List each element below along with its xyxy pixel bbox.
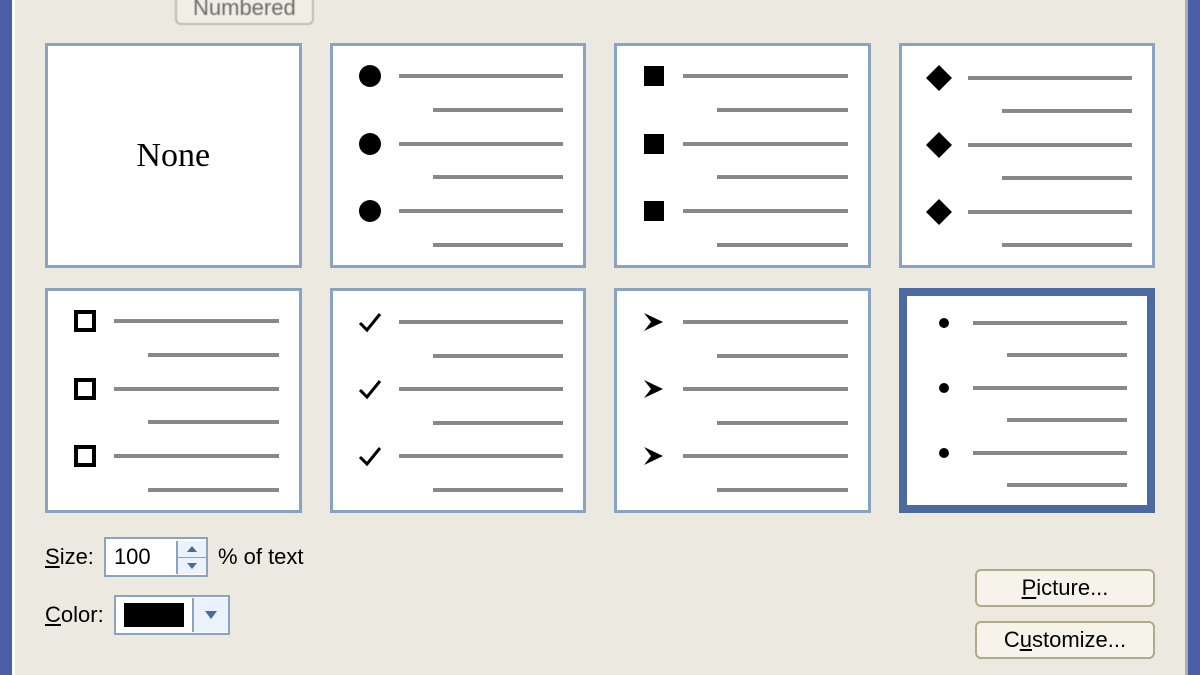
size-spinner[interactable] <box>104 537 208 577</box>
customize-button[interactable]: Customize... <box>975 621 1155 659</box>
tab-strip: Numbered <box>45 0 1155 9</box>
preview <box>927 314 1128 487</box>
check-icon <box>353 376 387 402</box>
diamond-icon <box>922 131 956 159</box>
square-icon <box>637 199 671 223</box>
color-swatch <box>124 603 184 627</box>
color-label: Color: <box>45 602 104 628</box>
bullet-tile-check[interactable] <box>330 288 587 513</box>
tab-numbered[interactable]: Numbered <box>175 0 314 25</box>
preview <box>637 309 848 492</box>
disc-icon <box>353 199 387 223</box>
none-label: None <box>48 46 299 265</box>
chevron-down-icon <box>205 611 217 619</box>
size-suffix: % of text <box>218 544 304 570</box>
square-icon <box>637 64 671 88</box>
bullet-style-grid: None <box>45 43 1155 513</box>
square-icon <box>637 132 671 156</box>
arrow-icon <box>637 443 671 469</box>
spinner-buttons[interactable] <box>176 541 206 574</box>
color-picker[interactable] <box>114 595 230 635</box>
disc-icon <box>353 64 387 88</box>
check-icon <box>353 443 387 469</box>
right-buttons: Picture... Customize... <box>975 569 1155 659</box>
bullet-tile-square[interactable] <box>614 43 871 268</box>
hollow-square-icon <box>68 444 102 468</box>
preview <box>922 64 1133 247</box>
bullet-tile-none[interactable]: None <box>45 43 302 268</box>
picture-button[interactable]: Picture... <box>975 569 1155 607</box>
small-dot-icon <box>927 314 961 332</box>
bullet-tile-small-dot[interactable] <box>899 288 1156 513</box>
bullet-tile-hollow-square[interactable] <box>45 288 302 513</box>
dialog-body: Numbered None <box>12 0 1188 675</box>
hollow-square-icon <box>68 377 102 401</box>
hollow-square-icon <box>68 309 102 333</box>
size-input[interactable] <box>106 542 176 572</box>
check-icon <box>353 309 387 335</box>
bullet-tile-diamond[interactable] <box>899 43 1156 268</box>
preview <box>68 309 279 492</box>
preview <box>637 64 848 247</box>
diamond-icon <box>922 64 956 92</box>
preview <box>353 309 564 492</box>
dropdown-button[interactable] <box>192 598 228 632</box>
small-dot-icon <box>927 444 961 462</box>
diamond-icon <box>922 198 956 226</box>
small-dot-icon <box>927 379 961 397</box>
disc-icon <box>353 132 387 156</box>
bullet-tile-disc[interactable] <box>330 43 587 268</box>
arrow-icon <box>637 376 671 402</box>
arrow-icon <box>637 309 671 335</box>
bullet-tile-arrow[interactable] <box>614 288 871 513</box>
spinner-down-icon[interactable] <box>178 558 206 574</box>
size-label: Size: <box>45 544 94 570</box>
spinner-up-icon[interactable] <box>178 541 206 558</box>
preview <box>353 64 564 247</box>
